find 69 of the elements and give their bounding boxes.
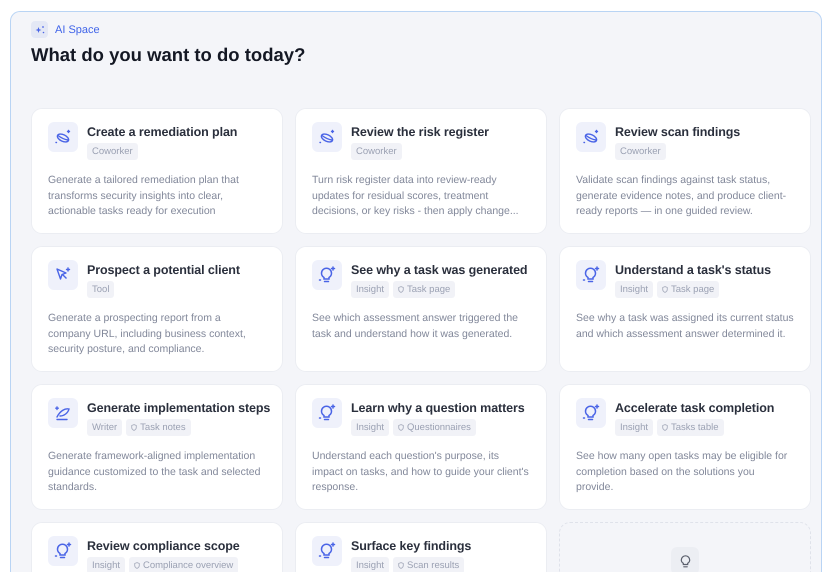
action-card[interactable]: Learn why a question matters Insight Questionnaires Understand each question's purpose, its impact on tasks, and how to guide your client's response. bbox=[295, 384, 547, 510]
action-card[interactable]: Understand a task's status Insight Task page See why a task was assigned its current status and which assessment answer determined it. bbox=[559, 246, 811, 372]
shield-icon bbox=[131, 424, 138, 431]
card-title: See why a task was generated bbox=[351, 263, 528, 277]
lightbulb-icon bbox=[318, 266, 336, 284]
type-tag: Insight bbox=[351, 557, 389, 572]
card-title: Understand a task's status bbox=[615, 263, 771, 277]
card-title: Accelerate task completion bbox=[615, 401, 774, 415]
action-card[interactable]: Create a remediation plan Coworker Generate a tailored remediation plan that transforms security insights into clear, actionable tasks ready for execution bbox=[31, 108, 283, 234]
satellite-icon bbox=[318, 129, 336, 145]
lightbulb-icon bbox=[318, 542, 336, 560]
card-description: See how many open tasks may be eligible for completion based on the solutions you provide. bbox=[576, 449, 788, 495]
action-card[interactable]: Review scan findings Coworker Validate scan findings against task status, generate evidence notes, and produce client-ready reports — in one guided review. bbox=[559, 108, 811, 234]
type-tag: Insight bbox=[615, 419, 653, 436]
feather-pen-icon bbox=[54, 405, 72, 421]
shield-icon bbox=[662, 286, 668, 293]
action-card[interactable]: Prospect a potential client Tool Generate a prospecting report from a company URL, including business context, security posture, and compliance. bbox=[31, 246, 283, 372]
card-description: Turn risk register data into review-ready updates for residual scores, treatment decisions, or key risks - then apply change... bbox=[312, 173, 520, 219]
action-card[interactable]: Accelerate task completion Insight Tasks table See how many open tasks may be eligible for completion based on the solutions you provide. bbox=[559, 384, 811, 510]
type-tag: Insight bbox=[615, 281, 653, 298]
action-card[interactable]: Surface key findings Insight Scan results bbox=[295, 522, 547, 572]
location-tag: Task page bbox=[393, 281, 456, 298]
satellite-icon bbox=[582, 129, 600, 145]
sparkle-icon bbox=[31, 21, 48, 38]
type-tag: Tool bbox=[87, 281, 114, 298]
type-tag: Insight bbox=[87, 557, 125, 572]
type-tag: Writer bbox=[87, 419, 122, 436]
location-tag: Questionnaires bbox=[393, 419, 476, 436]
action-card[interactable]: Generate implementation steps Writer Task notes Generate framework-aligned implementation guidance customized to the task and selected standards. bbox=[31, 384, 283, 510]
card-title: Surface key findings bbox=[351, 539, 472, 553]
card-description: Generate a prospecting report from a company URL, including business context, security posture, and compliance. bbox=[48, 311, 247, 357]
card-title: Create a remediation plan bbox=[87, 125, 238, 139]
type-tag: Insight bbox=[351, 419, 389, 436]
page-title: What do you want to do today? bbox=[31, 44, 306, 66]
type-tag: Coworker bbox=[87, 143, 138, 160]
type-tag: Insight bbox=[351, 281, 389, 298]
card-description: See which assessment answer triggered the task and understand how it was generated. bbox=[312, 311, 520, 342]
action-card[interactable]: Review compliance scope Insight Compliance overview bbox=[31, 522, 283, 572]
type-tag: Coworker bbox=[615, 143, 666, 160]
card-title: Learn why a question matters bbox=[351, 401, 525, 415]
lightbulb-icon bbox=[318, 404, 336, 422]
satellite-icon bbox=[54, 129, 72, 145]
action-card[interactable]: Review the risk register Coworker Turn risk register data into review-ready updates for residual scores, treatment decisions, or key risks - then apply change... bbox=[295, 108, 547, 234]
location-tag: Task notes bbox=[126, 419, 191, 436]
shield-icon bbox=[398, 424, 404, 431]
card-title: Prospect a potential client bbox=[87, 263, 240, 277]
location-tag: Task page bbox=[657, 281, 720, 298]
card-description: Validate scan findings against task status, generate evidence notes, and produce client-ready reports — in one guided review. bbox=[576, 173, 788, 219]
location-tag: Tasks table bbox=[657, 419, 724, 436]
card-title: Generate implementation steps bbox=[87, 401, 270, 415]
shield-icon bbox=[398, 286, 404, 293]
shield-icon bbox=[398, 562, 404, 569]
lightbulb-icon bbox=[582, 404, 600, 422]
action-card[interactable]: See why a task was generated Insight Task page See which assessment answer triggered the task and understand how it was generated. bbox=[295, 246, 547, 372]
shield-icon bbox=[134, 562, 140, 569]
card-description: Understand each question's purpose, its impact on tasks, and how to guide your client's response. bbox=[312, 449, 530, 495]
card-title: Review scan findings bbox=[615, 125, 740, 139]
location-tag: Compliance overview bbox=[129, 557, 238, 572]
shield-icon bbox=[662, 424, 668, 431]
section-label: AI Space bbox=[55, 24, 100, 36]
card-description: Generate a tailored remediation plan that transforms security insights into clear, actionable tasks ready for execution bbox=[48, 173, 240, 219]
card-title: Review compliance scope bbox=[87, 539, 240, 553]
card-description: See why a task was assigned its current status and which assessment answer determined it. bbox=[576, 311, 794, 342]
card-description: Generate framework-aligned implementation guidance customized to the task and selected standards. bbox=[48, 449, 262, 495]
lightbulb-icon bbox=[582, 266, 600, 284]
lightbulb-icon bbox=[54, 542, 72, 560]
card-title: Review the risk register bbox=[351, 125, 489, 139]
type-tag: Coworker bbox=[351, 143, 402, 160]
location-tag: Scan results bbox=[393, 557, 464, 572]
